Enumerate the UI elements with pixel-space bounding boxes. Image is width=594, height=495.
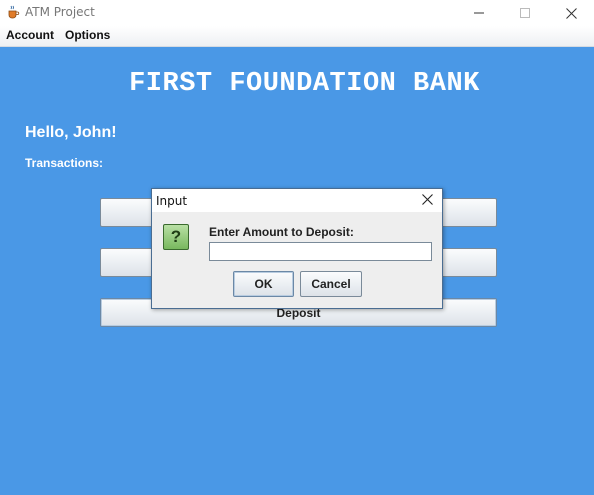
java-cup-icon (6, 5, 20, 19)
greeting-text: Hello, John! (25, 124, 117, 141)
window-titlebar: ATM Project (0, 0, 594, 26)
maximize-icon (520, 8, 530, 18)
input-dialog: Input ? Enter Amount to Deposit: OK Canc… (151, 188, 443, 309)
close-icon (565, 7, 577, 19)
dialog-close-button[interactable] (414, 189, 440, 212)
menu-account[interactable]: Account (6, 28, 54, 42)
menu-options[interactable]: Options (65, 28, 110, 42)
menu-bar: Account Options (0, 26, 594, 47)
dialog-prompt: Enter Amount to Deposit: (209, 225, 354, 239)
window-title: ATM Project (25, 5, 95, 19)
bank-name-heading: FIRST FOUNDATION BANK (129, 69, 480, 99)
question-icon: ? (163, 224, 189, 250)
dialog-title: Input (156, 194, 188, 208)
cancel-button[interactable]: Cancel (300, 271, 362, 297)
close-icon (421, 192, 433, 210)
cancel-button-label: Cancel (311, 277, 351, 291)
ok-button[interactable]: OK (233, 271, 294, 297)
close-button[interactable] (548, 0, 594, 26)
maximize-button[interactable] (502, 0, 548, 26)
minimize-icon (474, 8, 484, 18)
transactions-label: Transactions: (25, 156, 104, 170)
ok-button-label: OK (254, 277, 273, 291)
dialog-titlebar: Input (152, 189, 442, 212)
amount-input[interactable] (209, 242, 432, 261)
minimize-button[interactable] (456, 0, 502, 26)
